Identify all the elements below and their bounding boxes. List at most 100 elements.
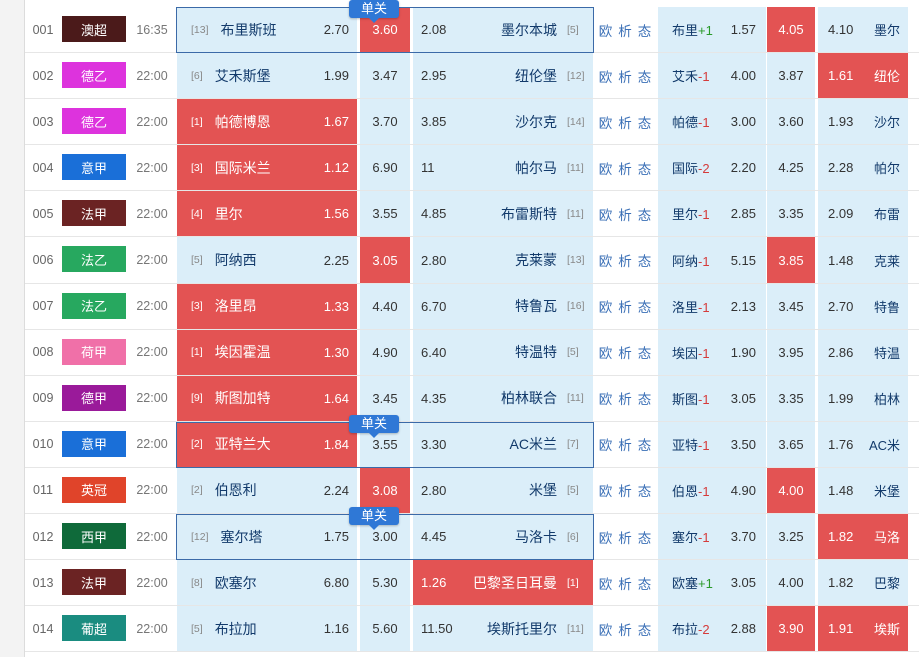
trend-link[interactable]: 态	[638, 66, 652, 86]
analysis-link[interactable]: 析	[618, 480, 632, 500]
away-win-cell[interactable]: 3.85 沙尔克 [14]	[413, 99, 593, 145]
home-win-cell[interactable]: [1] 帕德博恩 1.67	[177, 99, 359, 145]
handicap-home-cell[interactable]: 艾禾-1 4.00	[658, 53, 766, 99]
home-win-cell[interactable]: [5] 阿纳西 2.25	[177, 237, 359, 283]
odds-link[interactable]: 欧	[599, 480, 613, 500]
handicap-home-cell[interactable]: 布拉-2 2.88	[658, 606, 766, 652]
home-win-cell[interactable]: [4] 里尔 1.56	[177, 191, 359, 237]
analysis-link[interactable]: 析	[618, 296, 632, 316]
trend-link[interactable]: 态	[638, 20, 652, 40]
handicap-draw-cell[interactable]: 4.00	[767, 467, 817, 514]
handicap-draw-cell[interactable]: 4.00	[767, 560, 817, 606]
draw-odd-cell[interactable]: 4.90	[360, 329, 412, 375]
odds-link[interactable]: 欧	[599, 296, 613, 316]
handicap-home-cell[interactable]: 欧塞+1 3.05	[658, 560, 766, 606]
handicap-draw-cell[interactable]: 4.25	[767, 145, 817, 191]
handicap-draw-cell[interactable]: 3.95	[767, 329, 817, 375]
handicap-away-cell[interactable]: 1.99 柏林	[818, 375, 908, 421]
league-badge[interactable]: 葡超	[62, 615, 126, 642]
draw-odd-cell[interactable]: 6.90	[360, 145, 412, 191]
away-win-cell[interactable]: 3.30 AC米兰 [7]	[413, 421, 593, 467]
home-win-cell[interactable]: [3] 洛里昂 1.33	[177, 283, 359, 329]
trend-link[interactable]: 态	[638, 296, 652, 316]
home-win-cell[interactable]: [1] 埃因霍温 1.30	[177, 329, 359, 375]
draw-odd-cell[interactable]: 3.05	[360, 237, 412, 283]
analysis-link[interactable]: 析	[618, 250, 632, 270]
draw-odd-cell[interactable]: 3.55	[360, 191, 412, 237]
odds-link[interactable]: 欧	[599, 619, 613, 639]
away-win-cell[interactable]: 2.80 米堡 [5]	[413, 467, 593, 514]
handicap-away-cell[interactable]: 1.93 沙尔	[818, 99, 908, 145]
handicap-home-cell[interactable]: 亚特-1 3.50	[658, 421, 766, 467]
trend-link[interactable]: 态	[638, 388, 652, 408]
handicap-draw-cell[interactable]: 3.60	[767, 99, 817, 145]
trend-link[interactable]: 态	[638, 573, 652, 593]
analysis-link[interactable]: 析	[618, 434, 632, 454]
handicap-draw-cell[interactable]: 4.05	[767, 7, 817, 53]
analysis-link[interactable]: 析	[618, 388, 632, 408]
away-win-cell[interactable]: 1.26 巴黎圣日耳曼 [1]	[413, 560, 593, 606]
analysis-link[interactable]: 析	[618, 204, 632, 224]
odds-link[interactable]: 欧	[599, 573, 613, 593]
odds-link[interactable]: 欧	[599, 434, 613, 454]
handicap-home-cell[interactable]: 国际-2 2.20	[658, 145, 766, 191]
handicap-away-cell[interactable]: 1.61 纽伦	[818, 53, 908, 99]
league-badge[interactable]: 法甲	[62, 569, 126, 596]
odds-link[interactable]: 欧	[599, 342, 613, 362]
league-badge[interactable]: 德甲	[62, 384, 126, 411]
draw-odd-cell[interactable]: 5.30	[360, 560, 412, 606]
trend-link[interactable]: 态	[638, 158, 652, 178]
analysis-link[interactable]: 析	[618, 112, 632, 132]
league-badge[interactable]: 意甲	[62, 154, 126, 181]
handicap-draw-cell[interactable]: 3.35	[767, 375, 817, 421]
odds-link[interactable]: 欧	[599, 388, 613, 408]
odds-link[interactable]: 欧	[599, 250, 613, 270]
handicap-draw-cell[interactable]: 3.85	[767, 237, 817, 283]
draw-odd-cell[interactable]: 3.47	[360, 53, 412, 99]
handicap-away-cell[interactable]: 1.91 埃斯	[818, 606, 908, 652]
away-win-cell[interactable]: 2.95 纽伦堡 [12]	[413, 53, 593, 99]
odds-link[interactable]: 欧	[599, 204, 613, 224]
handicap-draw-cell[interactable]: 3.87	[767, 53, 817, 99]
home-win-cell[interactable]: [2] 亚特兰大 1.84	[177, 421, 359, 467]
away-win-cell[interactable]: 4.35 柏林联合 [11]	[413, 375, 593, 421]
handicap-home-cell[interactable]: 伯恩-1 4.90	[658, 467, 766, 514]
away-win-cell[interactable]: 2.08 墨尔本城 [5]	[413, 7, 593, 53]
analysis-link[interactable]: 析	[618, 573, 632, 593]
handicap-home-cell[interactable]: 帕德-1 3.00	[658, 99, 766, 145]
handicap-draw-cell[interactable]: 3.90	[767, 606, 817, 652]
analysis-link[interactable]: 析	[618, 20, 632, 40]
league-badge[interactable]: 法乙	[62, 246, 126, 273]
draw-odd-cell[interactable]: 4.40	[360, 283, 412, 329]
away-win-cell[interactable]: 11.50 埃斯托里尔 [11]	[413, 606, 593, 652]
league-badge[interactable]: 德乙	[62, 108, 126, 135]
analysis-link[interactable]: 析	[618, 527, 632, 547]
handicap-home-cell[interactable]: 洛里-1 2.13	[658, 283, 766, 329]
handicap-away-cell[interactable]: 1.76 AC米	[818, 421, 908, 467]
handicap-away-cell[interactable]: 1.48 克莱	[818, 237, 908, 283]
handicap-home-cell[interactable]: 阿纳-1 5.15	[658, 237, 766, 283]
trend-link[interactable]: 态	[638, 527, 652, 547]
league-badge[interactable]: 荷甲	[62, 338, 126, 365]
home-win-cell[interactable]: [8] 欧塞尔 6.80	[177, 560, 359, 606]
handicap-draw-cell[interactable]: 3.45	[767, 283, 817, 329]
league-badge[interactable]: 英冠	[62, 476, 126, 503]
handicap-home-cell[interactable]: 塞尔-1 3.70	[658, 514, 766, 560]
trend-link[interactable]: 态	[638, 250, 652, 270]
handicap-away-cell[interactable]: 4.10 墨尔	[818, 7, 908, 53]
league-badge[interactable]: 法甲	[62, 200, 126, 227]
league-badge[interactable]: 西甲	[62, 523, 126, 550]
handicap-draw-cell[interactable]: 3.35	[767, 191, 817, 237]
league-badge[interactable]: 法乙	[62, 292, 126, 319]
away-win-cell[interactable]: 4.85 布雷斯特 [11]	[413, 191, 593, 237]
handicap-home-cell[interactable]: 里尔-1 2.85	[658, 191, 766, 237]
trend-link[interactable]: 态	[638, 342, 652, 362]
home-win-cell[interactable]: [9] 斯图加特 1.64	[177, 375, 359, 421]
draw-odd-cell[interactable]: 5.60	[360, 606, 412, 652]
home-win-cell[interactable]: [5] 布拉加 1.16	[177, 606, 359, 652]
handicap-draw-cell[interactable]: 3.65	[767, 421, 817, 467]
odds-link[interactable]: 欧	[599, 66, 613, 86]
away-win-cell[interactable]: 6.40 特温特 [5]	[413, 329, 593, 375]
analysis-link[interactable]: 析	[618, 66, 632, 86]
draw-odd-cell[interactable]: 3.70	[360, 99, 412, 145]
